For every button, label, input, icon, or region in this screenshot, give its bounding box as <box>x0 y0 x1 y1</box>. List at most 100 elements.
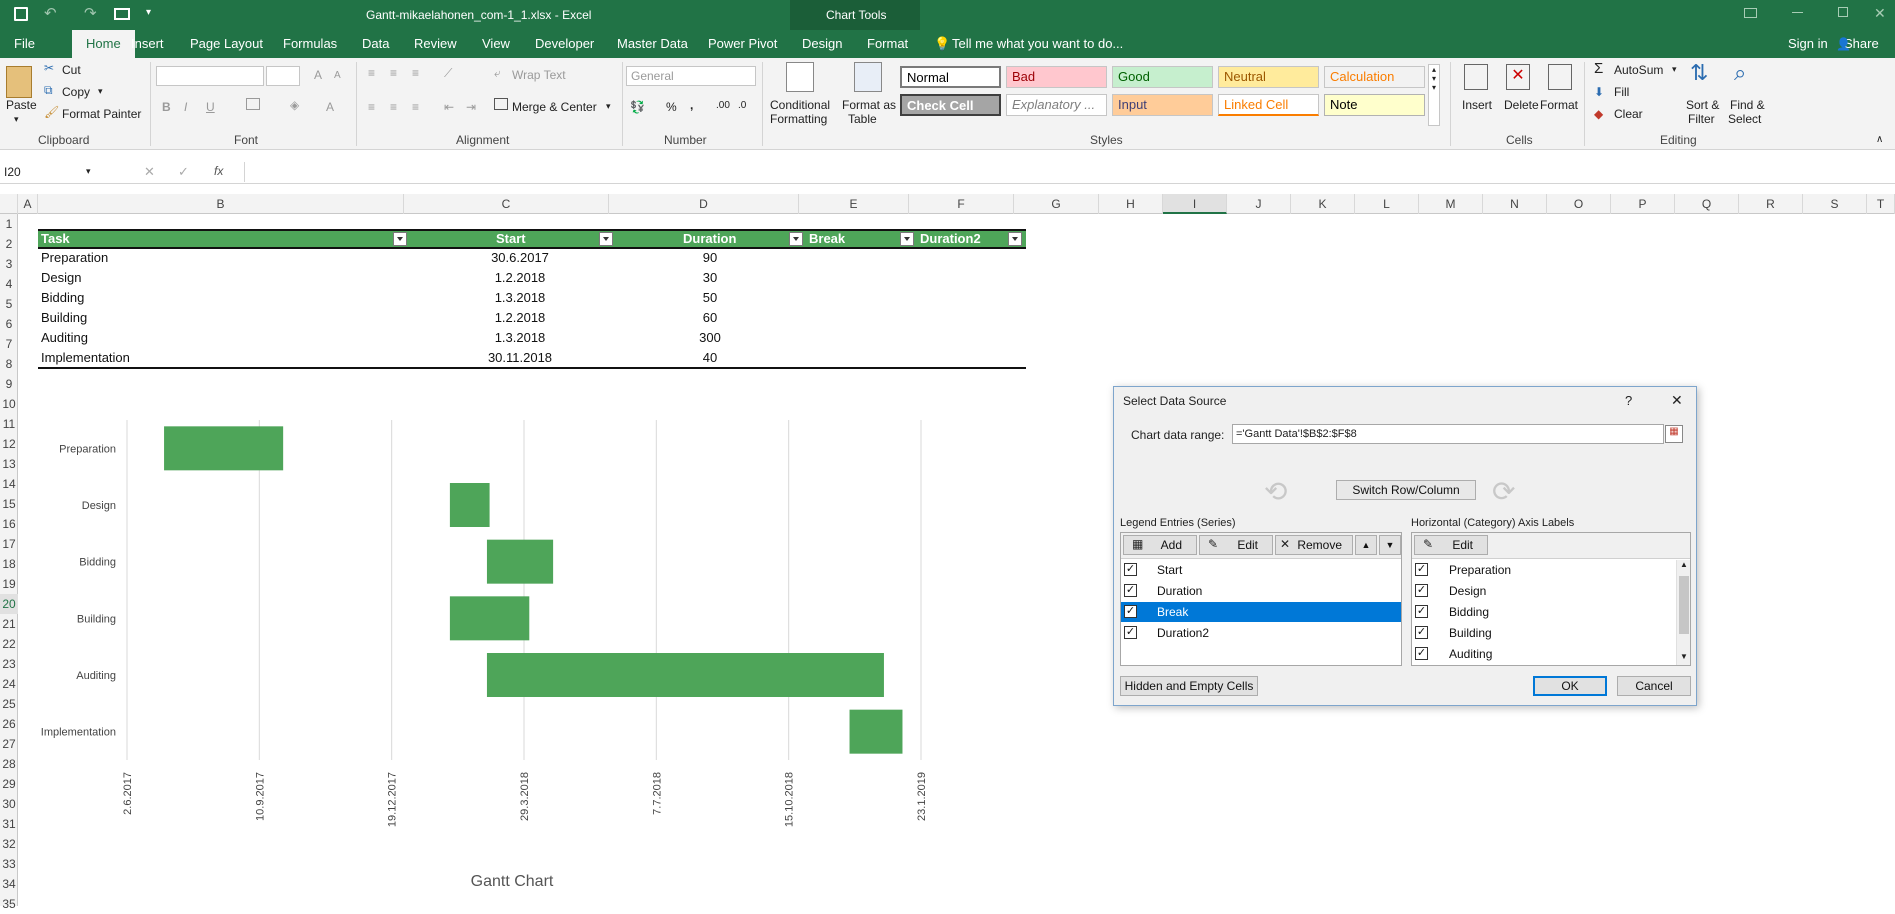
cut-button[interactable]: Cut <box>62 63 81 77</box>
axis-label-item[interactable]: ✓ Design <box>1412 581 1674 601</box>
tab-home[interactable]: Home <box>72 30 135 58</box>
restore-icon[interactable] <box>1838 7 1848 17</box>
table-cell[interactable]: Building <box>41 310 87 325</box>
filter-dropdown-duration[interactable] <box>789 232 803 246</box>
italic-button[interactable]: I <box>184 100 187 114</box>
tab-master-data[interactable]: Master Data <box>617 30 688 58</box>
table-cell[interactable]: 1.3.2018 <box>470 290 570 305</box>
merge-dropdown-icon[interactable]: ▾ <box>606 101 611 112</box>
align-bottom-icon[interactable]: ≡ <box>412 66 419 80</box>
column-header-h[interactable]: H <box>1099 194 1163 214</box>
column-header-b[interactable]: B <box>38 194 404 214</box>
row-header-20[interactable]: 20 <box>0 594 18 614</box>
table-cell[interactable]: Bidding <box>41 290 84 305</box>
row-header-21[interactable]: 21 <box>0 614 18 634</box>
column-header-s[interactable]: S <box>1803 194 1867 214</box>
font-color-icon[interactable]: A <box>326 100 334 114</box>
table-cell[interactable]: Design <box>41 270 81 285</box>
minimize-icon[interactable] <box>1792 12 1803 13</box>
column-header-f[interactable]: F <box>909 194 1014 214</box>
align-middle-icon[interactable]: ≡ <box>390 66 397 80</box>
scroll-up-icon[interactable]: ▲ <box>1680 560 1688 569</box>
table-cell[interactable]: Implementation <box>41 350 130 365</box>
save-icon[interactable] <box>14 7 28 21</box>
axis-label-item[interactable]: ✓ Preparation <box>1412 560 1674 580</box>
paste-button[interactable]: Paste <box>6 98 37 112</box>
column-header-a[interactable]: A <box>18 194 38 214</box>
row-header-8[interactable]: 8 <box>0 354 18 374</box>
column-header-r[interactable]: R <box>1739 194 1803 214</box>
row-header-1[interactable]: 1 <box>0 214 18 234</box>
scroll-thumb[interactable] <box>1679 576 1689 634</box>
row-header-23[interactable]: 23 <box>0 654 18 674</box>
fill-button[interactable]: Fill <box>1614 85 1629 99</box>
row-header-22[interactable]: 22 <box>0 634 18 654</box>
number-format-box[interactable]: General <box>626 66 756 86</box>
row-header-34[interactable]: 34 <box>0 874 18 894</box>
row-header-32[interactable]: 32 <box>0 834 18 854</box>
increase-indent-icon[interactable]: ⇥ <box>466 100 476 114</box>
row-header-19[interactable]: 19 <box>0 574 18 594</box>
sort-filter-button[interactable]: Sort & <box>1686 98 1719 112</box>
table-cell[interactable]: 300 <box>680 330 740 345</box>
increase-decimal-icon[interactable]: .00 <box>716 100 730 111</box>
tab-design[interactable]: Design <box>802 30 842 58</box>
series-checkbox[interactable]: ✓ <box>1124 563 1137 576</box>
close-window-icon[interactable]: ✕ <box>1874 5 1886 22</box>
cell-style-neutral[interactable]: Neutral <box>1218 66 1319 88</box>
row-header-25[interactable]: 25 <box>0 694 18 714</box>
series-checkbox[interactable]: ✓ <box>1124 605 1137 618</box>
cell-style-good[interactable]: Good <box>1112 66 1213 88</box>
find-select-button[interactable]: Find & <box>1730 98 1765 112</box>
conditional-formatting-label[interactable]: Formatting <box>770 112 827 126</box>
grow-font-icon[interactable]: A <box>314 68 322 82</box>
undo-icon[interactable]: ↶ <box>44 4 57 22</box>
row-header-17[interactable]: 17 <box>0 534 18 554</box>
axis-label-checkbox[interactable]: ✓ <box>1415 626 1428 639</box>
table-cell[interactable]: 40 <box>680 350 740 365</box>
tell-me-box[interactable]: Tell me what you want to do... <box>952 30 1123 58</box>
sign-in-link[interactable]: Sign in <box>1788 30 1828 58</box>
row-header-5[interactable]: 5 <box>0 294 18 314</box>
move-down-button[interactable]: ▼ <box>1379 535 1401 555</box>
help-button[interactable]: ? <box>1625 393 1632 408</box>
row-header-27[interactable]: 27 <box>0 734 18 754</box>
tab-insert[interactable]: Insert <box>131 30 164 58</box>
tab-data[interactable]: Data <box>362 30 389 58</box>
borders-icon[interactable] <box>246 98 260 110</box>
formula-input[interactable] <box>244 162 1894 182</box>
wrap-text-button[interactable]: Wrap Text <box>512 68 566 82</box>
series-item[interactable]: ✓ Duration2 <box>1121 623 1401 643</box>
move-up-button[interactable]: ▲ <box>1355 535 1377 555</box>
ok-button[interactable]: OK <box>1533 676 1607 696</box>
copy-dropdown-icon[interactable]: ▾ <box>98 86 103 97</box>
delete-cells-button[interactable]: Delete <box>1504 98 1539 112</box>
column-header-n[interactable]: N <box>1483 194 1547 214</box>
row-header-2[interactable]: 2 <box>0 234 18 254</box>
format-as-table-label[interactable]: Table <box>848 112 877 126</box>
row-header-28[interactable]: 28 <box>0 754 18 774</box>
column-header-g[interactable]: G <box>1014 194 1099 214</box>
row-header-10[interactable]: 10 <box>0 394 18 414</box>
row-header-30[interactable]: 30 <box>0 794 18 814</box>
tab-view[interactable]: View <box>482 30 510 58</box>
column-header-l[interactable]: L <box>1355 194 1419 214</box>
series-item[interactable]: ✓ Break <box>1121 602 1401 622</box>
table-cell[interactable]: 30.6.2017 <box>470 250 570 265</box>
table-cell[interactable]: 30.11.2018 <box>470 350 570 365</box>
row-header-13[interactable]: 13 <box>0 454 18 474</box>
insert-cells-button[interactable]: Insert <box>1462 98 1492 112</box>
cell-style-linked-cell[interactable]: Linked Cell <box>1218 94 1319 116</box>
cell-style-note[interactable]: Note <box>1324 94 1425 116</box>
close-dialog-button[interactable]: ✕ <box>1671 392 1683 409</box>
row-header-9[interactable]: 9 <box>0 374 18 394</box>
row-header-35[interactable]: 35 <box>0 894 18 914</box>
orientation-icon[interactable]: ⟋ <box>444 66 452 81</box>
table-cell[interactable]: 1.2.2018 <box>470 270 570 285</box>
axis-label-checkbox[interactable]: ✓ <box>1415 647 1428 660</box>
column-header-i[interactable]: I <box>1163 194 1227 214</box>
align-center-icon[interactable]: ≡ <box>390 100 397 114</box>
series-checkbox[interactable]: ✓ <box>1124 584 1137 597</box>
cell-style-input[interactable]: Input <box>1112 94 1213 116</box>
comma-button[interactable]: , <box>690 98 693 112</box>
